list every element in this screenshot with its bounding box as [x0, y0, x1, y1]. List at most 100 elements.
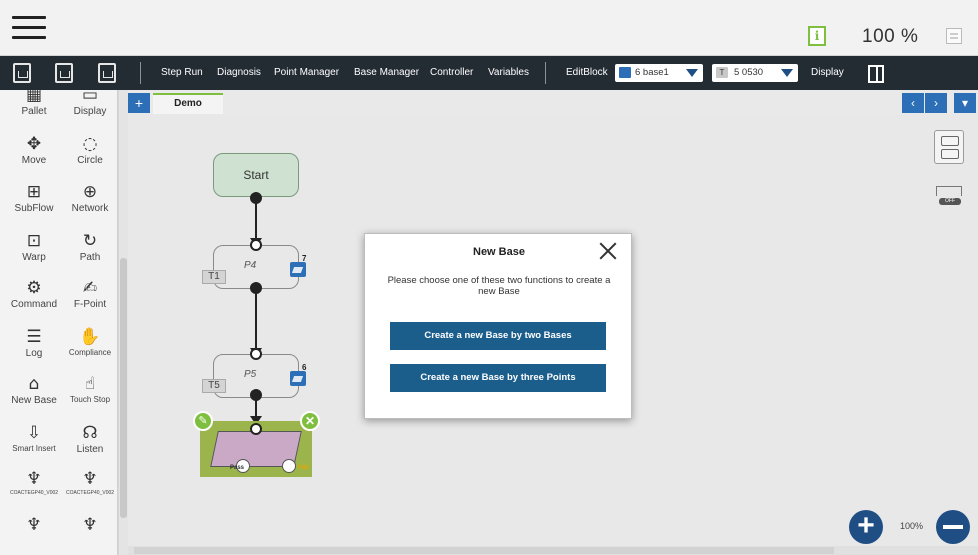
palette-item-log[interactable]: ☰ Log [6, 326, 62, 359]
palette-item-move[interactable]: ✥ Move [6, 133, 62, 166]
tool-select[interactable]: T 5 0530 [712, 64, 798, 82]
palette-item-tool[interactable]: ♆ [62, 514, 117, 536]
base-select[interactable]: 6 base1 [615, 64, 703, 82]
tab-prev-button[interactable]: ‹ [902, 93, 924, 113]
palette-item-smart-insert[interactable]: ⇩ Smart Insert [6, 422, 62, 453]
top-header: i 100 % [0, 0, 978, 56]
diagnosis-button[interactable]: Diagnosis [217, 67, 261, 78]
palette-item-network[interactable]: ⊕ Network [62, 181, 117, 214]
dialog-title: New Base [473, 246, 525, 258]
tab-demo[interactable]: Demo [153, 93, 223, 114]
variables-button[interactable]: Variables [488, 67, 529, 78]
base-manager-button[interactable]: Base Manager [354, 67, 419, 78]
close-icon[interactable] [597, 240, 619, 262]
pallet-icon: ▦ [25, 90, 43, 105]
flow-connector [255, 202, 257, 238]
palette-item-label: SubFlow [14, 203, 54, 214]
base-number: 6 [302, 363, 307, 372]
display-button[interactable]: Display [811, 67, 844, 78]
zoom-level: 100% [900, 521, 924, 531]
tab-next-button[interactable]: › [925, 93, 947, 113]
network-icon: ⊕ [82, 182, 98, 202]
canvas-scroll-thumb[interactable] [134, 547, 834, 554]
palette-item-label: COACTEGP40_V002 [9, 490, 59, 496]
speed-percentage[interactable]: 100 % [862, 26, 918, 48]
palette-item-label: Compliance [68, 348, 112, 357]
fail-label: Fail [298, 465, 309, 471]
tool-chip-icon: T [716, 67, 728, 78]
node-palette: ▦ Pallet ▭ Display ✥ Move ◌ Circle ⊞ SubFlow ⊕ Netw… [0, 90, 118, 555]
command-icon: ⚙ [26, 278, 42, 298]
save-file-icon[interactable] [55, 63, 73, 83]
palette-item-label: Path [79, 252, 101, 263]
base-chip-icon [619, 67, 631, 78]
palette-scrollbar[interactable] [118, 90, 128, 555]
new-base-dialog: New Base Please choose one of these two … [364, 233, 632, 419]
connector-dot [250, 239, 262, 251]
listen-icon: ☊ [82, 423, 98, 443]
palette-item-new-base[interactable]: ⌂ New Base [6, 373, 62, 406]
palette-item-f-point[interactable]: ✍ F-Point [62, 277, 117, 310]
palette-item-label: Pallet [21, 106, 47, 117]
log-icon: ☰ [26, 327, 42, 347]
add-tab-button[interactable]: + [128, 93, 150, 113]
palette-item-label: Listen [76, 444, 104, 455]
palette-item-pallet[interactable]: ▦ Pallet [6, 90, 62, 117]
point-manager-button[interactable]: Point Manager [274, 67, 339, 78]
palette-item-label: F-Point [73, 299, 107, 310]
palette-item-listen[interactable]: ☊ Listen [62, 422, 117, 455]
tool-tag: T1 [202, 270, 226, 284]
palette-item-touch-stop[interactable]: ☝ Touch Stop [62, 373, 117, 404]
controller-button[interactable]: Controller [430, 67, 473, 78]
f-point-icon: ✍ [82, 278, 98, 298]
create-base-by-three-points-button[interactable]: Create a new Base by three Points [390, 364, 606, 392]
info-icon[interactable]: i [808, 26, 826, 46]
palette-item-label: Circle [77, 155, 103, 166]
display-layout-icon[interactable] [868, 65, 884, 83]
toolbar-divider [140, 62, 141, 84]
palette-item-command[interactable]: ⚙ Command [6, 277, 62, 310]
palette-item-path[interactable]: ↻ Path [62, 230, 117, 263]
palette-item-label: Move [21, 155, 47, 166]
touch-stop-icon: ☝ [84, 374, 96, 394]
layout-view-icon[interactable] [934, 130, 964, 164]
palette-item-coactegp40-v002[interactable]: ♆ COACTEGP40_V002 [6, 468, 62, 496]
palette-item-label: Warp [22, 252, 46, 263]
window-icon[interactable] [946, 28, 962, 44]
editblock-button[interactable]: EditBlock [566, 67, 608, 78]
palette-scroll-thumb[interactable] [120, 258, 127, 518]
palette-item-label: Network [71, 203, 109, 214]
base-badge-icon [290, 262, 306, 277]
path-icon: ↻ [82, 231, 98, 251]
palette-item-circle[interactable]: ◌ Circle [62, 133, 117, 166]
edit-icon[interactable]: ✎ [193, 411, 213, 431]
zoom-in-button[interactable]: + [849, 510, 883, 544]
open-file-icon[interactable] [98, 63, 116, 83]
palette-item-warp[interactable]: ⊡ Warp [6, 230, 62, 263]
chevron-down-icon [781, 69, 793, 77]
smart-insert-icon: ⇩ [26, 423, 42, 443]
hamburger-menu-icon[interactable] [12, 14, 46, 42]
create-base-by-two-bases-button[interactable]: Create a new Base by two Bases [390, 322, 606, 350]
step-run-button[interactable]: Step Run [161, 67, 203, 78]
project-tab-bar: + Demo ‹ › ▾ [128, 90, 978, 114]
palette-item-label: Touch Stop [69, 395, 111, 404]
gripper-icon: ♆ [82, 469, 98, 489]
signal-toggle-icon[interactable]: OFF [934, 184, 964, 212]
palette-item-coactegp40-v002[interactable]: ♆ COACTEGP40_V002 [62, 468, 117, 496]
palette-item-compliance[interactable]: ✋ Compliance [62, 326, 117, 357]
palette-item-tool[interactable]: ♆ [6, 514, 62, 536]
gripper-icon: ♆ [82, 515, 98, 535]
start-node[interactable]: Start [213, 153, 299, 197]
delete-icon[interactable]: ✕ [300, 411, 320, 431]
point-name: P4 [244, 260, 257, 271]
fail-output-dot[interactable] [282, 459, 296, 473]
palette-item-display[interactable]: ▭ Display [62, 90, 117, 117]
palette-item-subflow[interactable]: ⊞ SubFlow [6, 181, 62, 214]
canvas-horizontal-scrollbar[interactable] [128, 546, 978, 555]
base-badge-icon [290, 371, 306, 386]
tab-menu-button[interactable]: ▾ [954, 93, 976, 113]
palette-item-label: COACTEGP40_V002 [65, 490, 115, 496]
zoom-out-button[interactable] [936, 510, 970, 544]
new-file-icon[interactable] [13, 63, 31, 83]
